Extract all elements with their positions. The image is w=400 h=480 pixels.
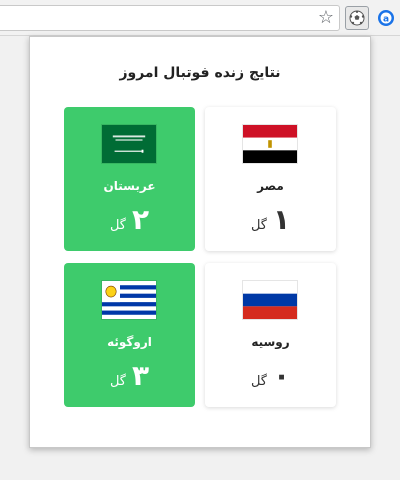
team-card-saudi-arabia[interactable]: عربستان ۲ گل xyxy=(64,107,195,251)
goal-unit: گل xyxy=(250,374,267,389)
score-value: ۲ xyxy=(131,203,150,236)
football-extension-button[interactable] xyxy=(345,6,369,30)
egypt-flag-icon xyxy=(242,124,298,164)
goal-unit: گل xyxy=(109,374,126,389)
russia-flag-icon xyxy=(242,280,298,320)
circle-a-icon: a xyxy=(378,10,394,26)
goal-unit: گل xyxy=(250,218,267,233)
team-card-uruguay[interactable]: اروگوئه ۳ گل xyxy=(64,263,195,407)
circle-a-extension-button[interactable]: a xyxy=(375,7,397,29)
football-icon xyxy=(349,10,365,26)
browser-toolbar: ☆ a xyxy=(0,0,400,36)
team-name: اروگوئه xyxy=(107,335,152,349)
score-value: ۱ xyxy=(272,203,291,236)
score-value: ۰ xyxy=(272,359,291,392)
team-card-russia[interactable]: روسیه ۰ گل xyxy=(205,263,336,407)
popup-title: نتایج زنده فوتبال امروز xyxy=(119,65,281,81)
svg-text:a: a xyxy=(383,15,389,25)
star-icon[interactable]: ☆ xyxy=(315,7,337,29)
team-card-egypt[interactable]: مصر ۱ گل xyxy=(205,107,336,251)
saudi-arabia-flag-icon xyxy=(101,124,157,164)
team-name: مصر xyxy=(257,179,284,193)
team-name: عربستان xyxy=(103,179,156,193)
score: ۲ گل xyxy=(64,203,195,236)
extension-popup: نتایج زنده فوتبال امروز مصر ۱ گل عربستان… xyxy=(29,36,371,448)
score: ۰ گل xyxy=(205,359,336,392)
goal-unit: گل xyxy=(109,218,126,233)
score: ۱ گل xyxy=(205,203,336,236)
score-value: ۳ xyxy=(131,359,150,392)
team-name: روسیه xyxy=(251,335,290,349)
uruguay-flag-icon xyxy=(101,280,157,320)
address-bar[interactable] xyxy=(0,5,340,31)
score: ۳ گل xyxy=(64,359,195,392)
